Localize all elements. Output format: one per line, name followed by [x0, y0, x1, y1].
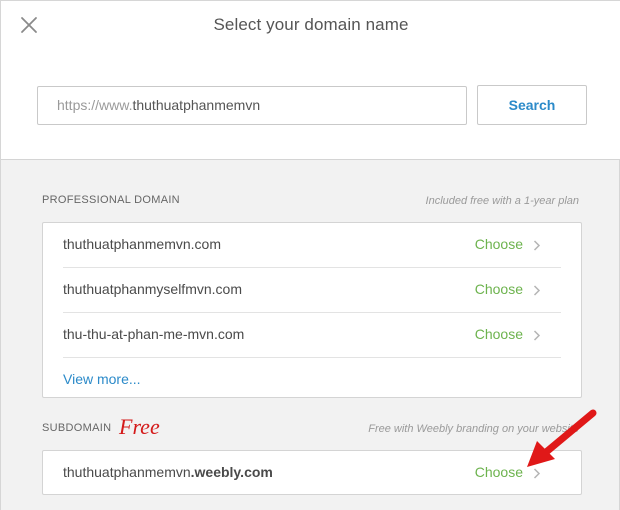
professional-domain-label: PROFESSIONAL DOMAIN [42, 194, 180, 206]
domain-row[interactable]: thuthuatphanmemvn.com Choose [63, 223, 561, 268]
dialog-title: Select your domain name [213, 15, 409, 34]
professional-domain-list: thuthuatphanmemvn.com Choose thuthuatpha… [42, 222, 582, 398]
view-more-row: View more... [63, 358, 561, 403]
domain-row[interactable]: thu-thu-at-phan-me-mvn.com Choose [63, 313, 561, 358]
domain-name: thuthuatphanmemvn.com [63, 236, 221, 252]
chevron-right-icon [533, 285, 541, 296]
domain-name: thuthuatphanmyselfmvn.com [63, 281, 242, 297]
dialog: Select your domain name https://www.thut… [0, 0, 620, 510]
search-button[interactable]: Search [477, 85, 587, 125]
chevron-right-icon [533, 240, 541, 251]
choose-button[interactable]: Choose [475, 464, 523, 480]
domain-name: thu-thu-at-phan-me-mvn.com [63, 326, 245, 342]
domain-row[interactable]: thuthuatphanmyselfmvn.com Choose [63, 268, 561, 313]
choose-button[interactable]: Choose [475, 326, 523, 342]
subdomain-suffix: .weebly.com [190, 464, 273, 480]
subdomain-label: SUBDOMAIN [42, 422, 112, 434]
subdomain-row[interactable]: thuthuatphanmemvn.weebly.com Choose [63, 451, 561, 496]
domain-search-input[interactable]: https://www.thuthuatphanmemvn [37, 86, 467, 125]
subdomain-name: thuthuatphanmemvn.weebly.com [63, 464, 273, 480]
red-arrow-annotation [527, 409, 597, 467]
chevron-right-icon [533, 330, 541, 341]
choose-button[interactable]: Choose [475, 281, 523, 297]
professional-domain-note: Included free with a 1-year plan [425, 195, 579, 207]
free-annotation: Free [119, 414, 160, 439]
choose-button[interactable]: Choose [475, 236, 523, 252]
subdomain-card: thuthuatphanmemvn.weebly.com Choose [42, 450, 582, 495]
subdomain-base: thuthuatphanmemvn [63, 464, 191, 480]
search-value: thuthuatphanmemvn [132, 97, 261, 113]
view-more-link[interactable]: View more... [63, 371, 141, 387]
search-prefix: https://www. [57, 97, 133, 113]
dialog-header: Select your domain name https://www.thut… [1, 1, 620, 160]
